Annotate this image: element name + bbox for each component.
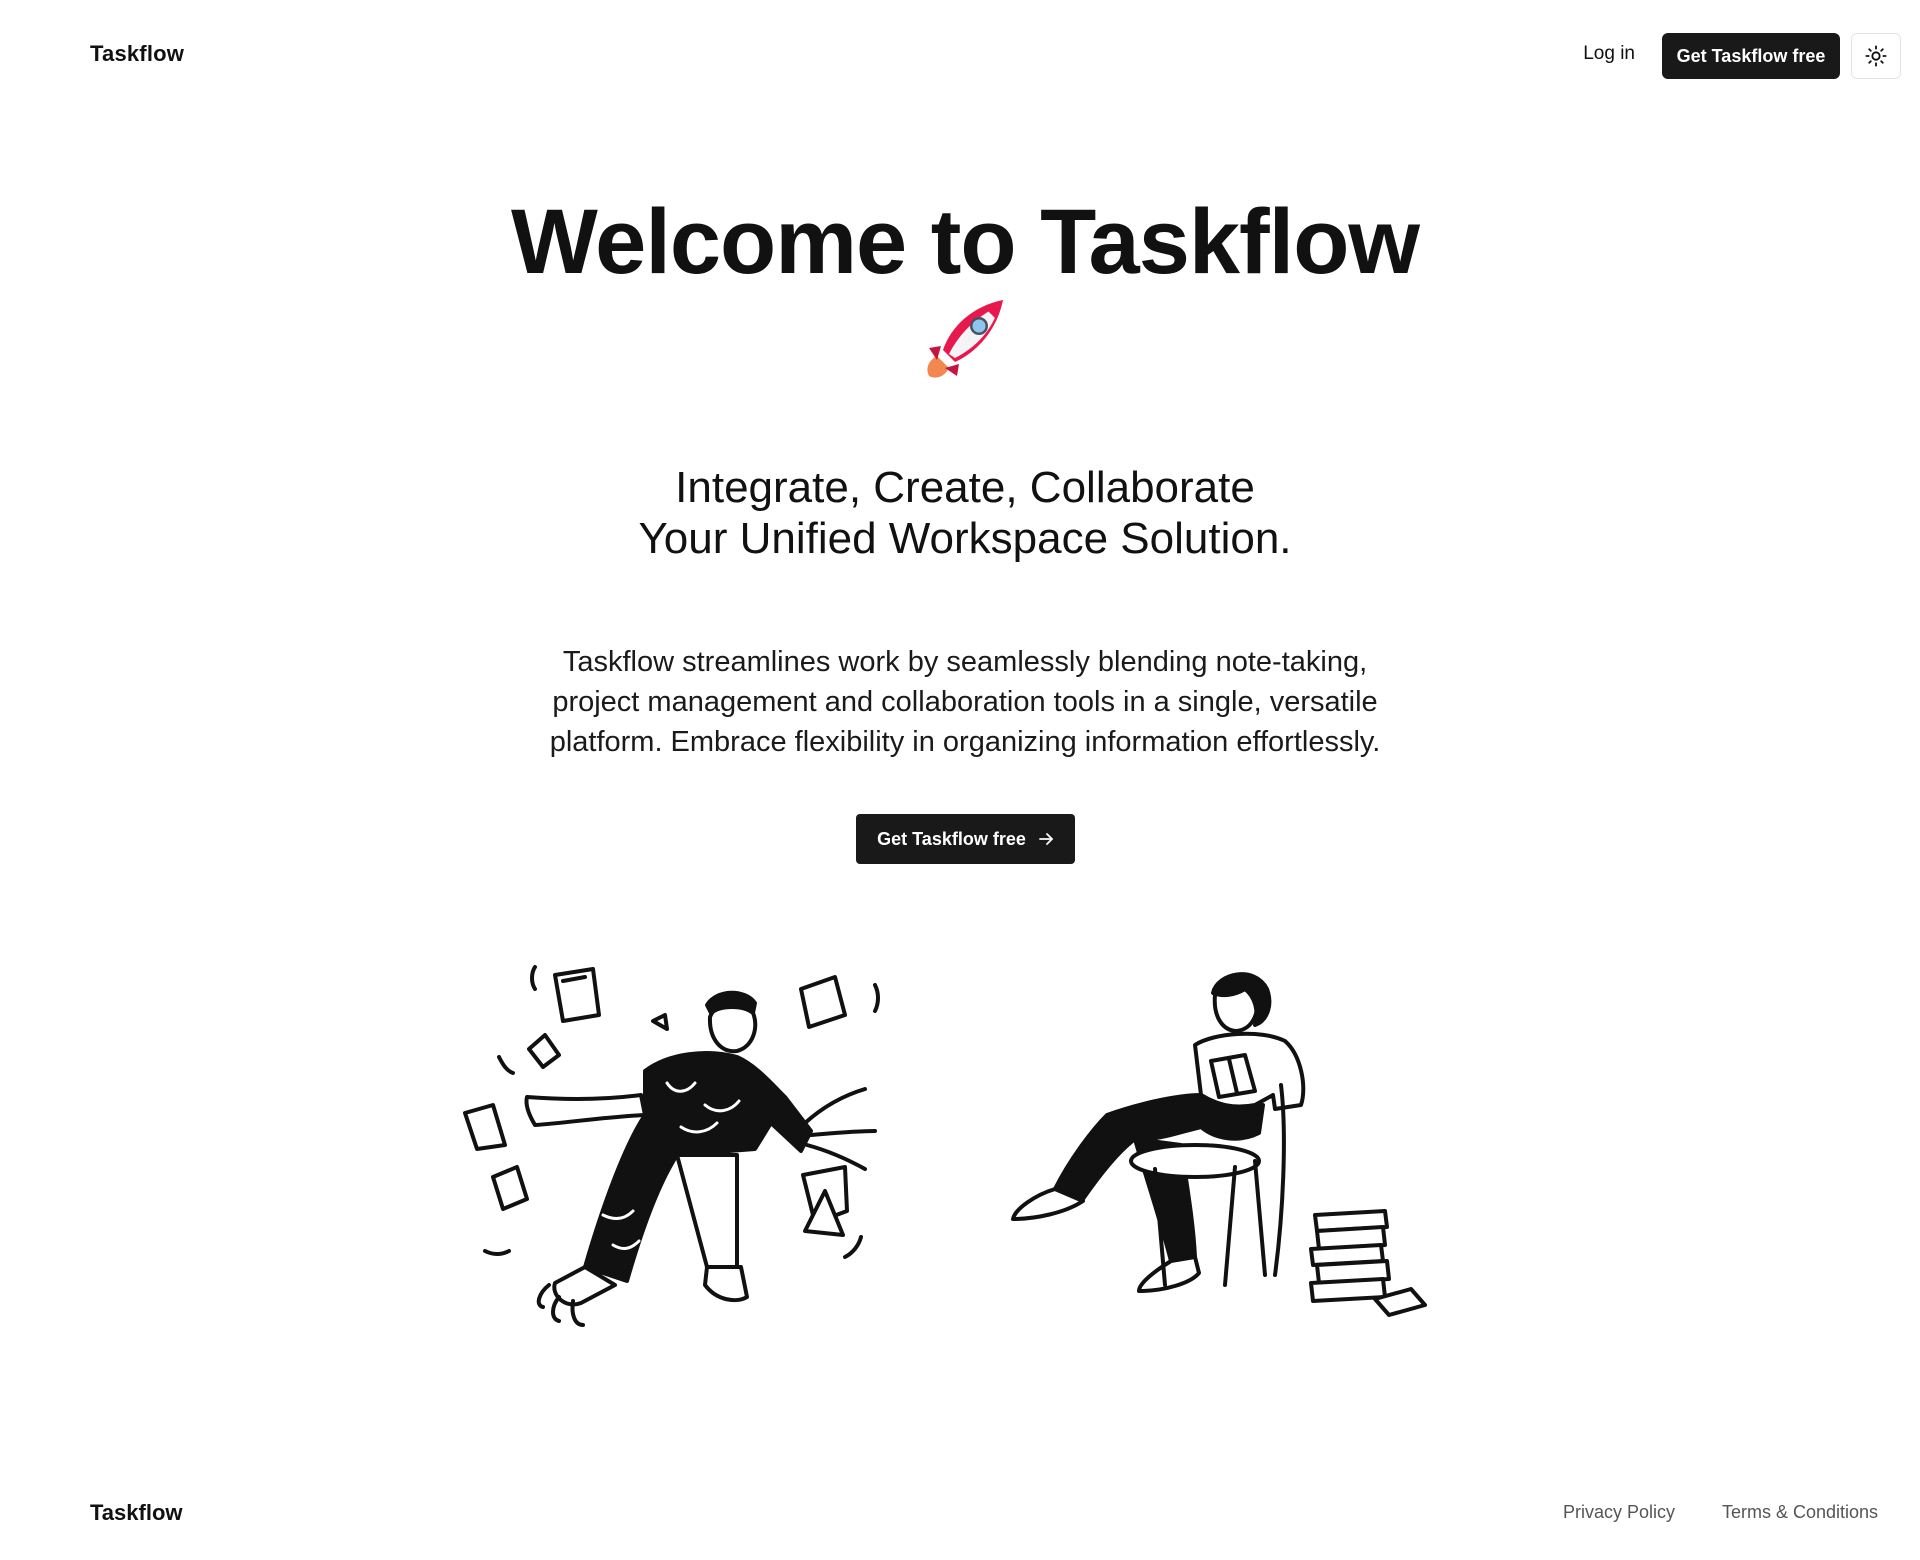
- site-header: Taskflow Log in Get Taskflow free: [0, 0, 1920, 110]
- arrow-right-icon: [1038, 833, 1053, 845]
- description-line-2: project management and collaboration too…: [552, 686, 1378, 718]
- hero-subtitle: Integrate, Create, Collaborate Your Unif…: [0, 462, 1920, 564]
- sun-icon: [1865, 45, 1887, 67]
- rocket-icon: [927, 300, 1003, 378]
- woman-reading-in-chair-illustration: [1011, 972, 1427, 1317]
- hero-title: Welcome to Taskflow: [510, 191, 1420, 293]
- login-link[interactable]: Log in: [1583, 43, 1635, 65]
- hero-get-started-button[interactable]: Get Taskflow free: [856, 814, 1075, 864]
- terms-conditions-link[interactable]: Terms & Conditions: [1722, 1502, 1878, 1523]
- subtitle-line-2: Your Unified Workspace Solution.: [638, 514, 1292, 563]
- privacy-policy-link[interactable]: Privacy Policy: [1563, 1502, 1675, 1523]
- hero-cta-label: Get Taskflow free: [877, 828, 1026, 849]
- theme-toggle-button[interactable]: [1851, 33, 1901, 79]
- description-line-3: platform. Embrace flexibility in organiz…: [549, 726, 1381, 758]
- landing-page: Taskflow Log in Get Taskflow free Welcom…: [0, 0, 1920, 1560]
- description-line-1: Taskflow streamlines work by seamlessly …: [562, 646, 1368, 678]
- footer-logo[interactable]: Taskflow: [90, 1500, 183, 1526]
- hero-description: Taskflow streamlines work by seamlessly …: [480, 642, 1450, 762]
- man-running-with-papers-illustration: [463, 965, 880, 1327]
- subtitle-line-1: Integrate, Create, Collaborate: [675, 463, 1255, 512]
- header-logo[interactable]: Taskflow: [90, 41, 184, 67]
- hero-illustration: [463, 965, 1427, 1327]
- header-get-started-button[interactable]: Get Taskflow free: [1662, 33, 1840, 79]
